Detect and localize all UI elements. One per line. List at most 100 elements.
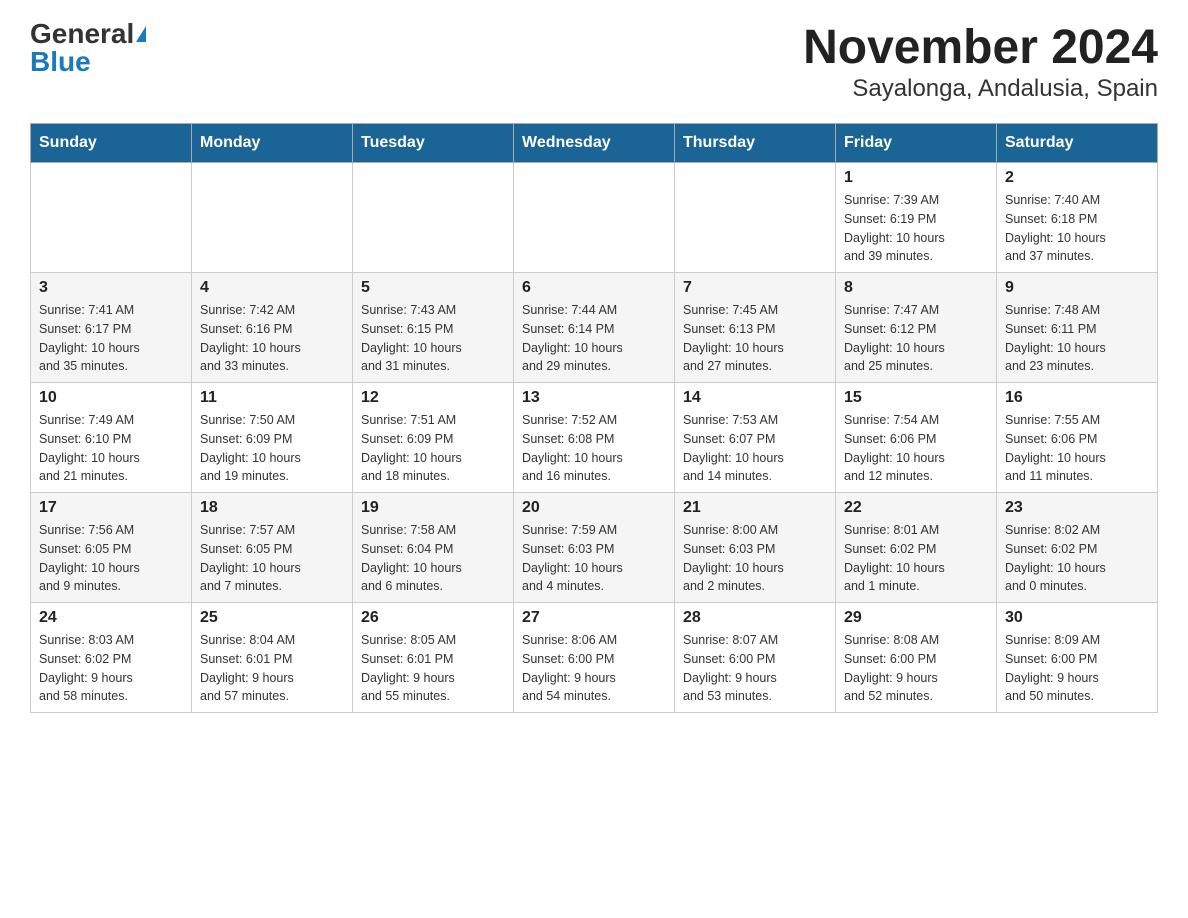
day-info: Sunrise: 8:02 AM Sunset: 6:02 PM Dayligh…: [1005, 521, 1149, 596]
header-saturday: Saturday: [997, 124, 1158, 163]
day-info: Sunrise: 7:53 AM Sunset: 6:07 PM Dayligh…: [683, 411, 827, 486]
day-info: Sunrise: 7:54 AM Sunset: 6:06 PM Dayligh…: [844, 411, 988, 486]
table-row: 18Sunrise: 7:57 AM Sunset: 6:05 PM Dayli…: [192, 493, 353, 603]
day-info: Sunrise: 7:59 AM Sunset: 6:03 PM Dayligh…: [522, 521, 666, 596]
day-number: 3: [39, 279, 183, 297]
day-number: 25: [200, 609, 344, 627]
table-row: 25 Sunrise: 8:04 AM Sunset: 6:01 PM Dayli…: [192, 603, 353, 713]
day-number: 12: [361, 389, 505, 407]
day-number: 29: [844, 609, 988, 627]
day-info: Sunrise: 7:56 AM Sunset: 6:05 PM Dayligh…: [39, 521, 183, 596]
day-info: Sunrise: 7:55 AM Sunset: 6:06 PM Dayligh…: [1005, 411, 1149, 486]
day-info: Sunrise: 7:48 AM Sunset: 6:11 PM Dayligh…: [1005, 301, 1149, 376]
day-info: Sunrise: 7:51 AM Sunset: 6:09 PM Dayligh…: [361, 411, 505, 486]
table-row: [675, 163, 836, 273]
table-row: 1 Sunrise: 7:39 AM Sunset: 6:19 PM Daylig…: [836, 163, 997, 273]
calendar-subtitle: Sayalonga, Andalusia, Spain: [803, 75, 1158, 103]
table-row: 17 Sunrise: 7:56 AM Sunset: 6:05 PM Dayli…: [31, 493, 192, 603]
day-info: Sunrise: 8:08 AM Sunset: 6:00 PM Dayligh…: [844, 631, 988, 706]
day-info: Sunrise: 7:42 AM Sunset: 6:16 PM Dayligh…: [200, 301, 344, 376]
table-row: 21Sunrise: 8:00 AM Sunset: 6:03 PM Dayli…: [675, 493, 836, 603]
day-number: 11: [200, 389, 344, 407]
logo-blue-text: Blue: [30, 48, 91, 76]
day-number: 10: [39, 389, 183, 407]
day-info: Sunrise: 7:39 AM Sunset: 6:19 PM Dayligh…: [844, 191, 988, 266]
table-row: 10 Sunrise: 7:49 AM Sunset: 6:10 PM Dayli…: [31, 383, 192, 493]
table-row: [353, 163, 514, 273]
table-row: 6 Sunrise: 7:44 AM Sunset: 6:14 PM Daylig…: [514, 273, 675, 383]
table-row: [31, 163, 192, 273]
day-info: Sunrise: 8:06 AM Sunset: 6:00 PM Dayligh…: [522, 631, 666, 706]
day-info: Sunrise: 8:03 AM Sunset: 6:02 PM Dayligh…: [39, 631, 183, 706]
table-row: 20 Sunrise: 7:59 AM Sunset: 6:03 PM Dayli…: [514, 493, 675, 603]
table-row: 29 Sunrise: 8:08 AM Sunset: 6:00 PM Dayli…: [836, 603, 997, 713]
day-number: 26: [361, 609, 505, 627]
table-row: 8 Sunrise: 7:47 AM Sunset: 6:12 PM Daylig…: [836, 273, 997, 383]
table-row: 12 Sunrise: 7:51 AM Sunset: 6:09 PM Dayli…: [353, 383, 514, 493]
day-info: Sunrise: 7:58 AM Sunset: 6:04 PM Dayligh…: [361, 521, 505, 596]
day-number: 20: [522, 499, 666, 517]
day-number: 27: [522, 609, 666, 627]
day-info: Sunrise: 7:52 AM Sunset: 6:08 PM Dayligh…: [522, 411, 666, 486]
table-row: [514, 163, 675, 273]
day-number: 5: [361, 279, 505, 297]
day-number: 4: [200, 279, 344, 297]
day-number: 2: [1005, 169, 1149, 187]
table-row: 15 Sunrise: 7:54 AM Sunset: 6:06 PM Dayli…: [836, 383, 997, 493]
logo-general-text: General: [30, 20, 134, 48]
day-number: 1: [844, 169, 988, 187]
header-friday: Friday: [836, 124, 997, 163]
table-row: 30 Sunrise: 8:09 AM Sunset: 6:00 PM Dayli…: [997, 603, 1158, 713]
table-row: 13Sunrise: 7:52 AM Sunset: 6:08 PM Dayli…: [514, 383, 675, 493]
header-sunday: Sunday: [31, 124, 192, 163]
day-info: Sunrise: 8:01 AM Sunset: 6:02 PM Dayligh…: [844, 521, 988, 596]
table-row: 28 Sunrise: 8:07 AM Sunset: 6:00 PM Dayli…: [675, 603, 836, 713]
page-header: General Blue November 2024 Sayalonga, An…: [30, 20, 1158, 103]
table-row: 5 Sunrise: 7:43 AM Sunset: 6:15 PM Daylig…: [353, 273, 514, 383]
day-number: 15: [844, 389, 988, 407]
day-number: 30: [1005, 609, 1149, 627]
day-number: 28: [683, 609, 827, 627]
logo-triangle-icon: [136, 26, 146, 42]
day-number: 19: [361, 499, 505, 517]
table-row: 4 Sunrise: 7:42 AM Sunset: 6:16 PM Daylig…: [192, 273, 353, 383]
calendar-week-row: 1 Sunrise: 7:39 AM Sunset: 6:19 PM Daylig…: [31, 163, 1158, 273]
day-number: 22: [844, 499, 988, 517]
table-row: 22 Sunrise: 8:01 AM Sunset: 6:02 PM Dayli…: [836, 493, 997, 603]
table-row: 14Sunrise: 7:53 AM Sunset: 6:07 PM Dayli…: [675, 383, 836, 493]
header-wednesday: Wednesday: [514, 124, 675, 163]
calendar-week-row: 17 Sunrise: 7:56 AM Sunset: 6:05 PM Dayli…: [31, 493, 1158, 603]
calendar-week-row: 10 Sunrise: 7:49 AM Sunset: 6:10 PM Dayli…: [31, 383, 1158, 493]
header-thursday: Thursday: [675, 124, 836, 163]
table-row: 3 Sunrise: 7:41 AM Sunset: 6:17 PM Daylig…: [31, 273, 192, 383]
table-row: [192, 163, 353, 273]
day-info: Sunrise: 8:09 AM Sunset: 6:00 PM Dayligh…: [1005, 631, 1149, 706]
table-row: 2 Sunrise: 7:40 AM Sunset: 6:18 PM Daylig…: [997, 163, 1158, 273]
day-info: Sunrise: 8:00 AM Sunset: 6:03 PM Dayligh…: [683, 521, 827, 596]
day-info: Sunrise: 7:47 AM Sunset: 6:12 PM Dayligh…: [844, 301, 988, 376]
logo: General Blue: [30, 20, 146, 76]
day-info: Sunrise: 8:04 AM Sunset: 6:01 PM Dayligh…: [200, 631, 344, 706]
day-info: Sunrise: 7:40 AM Sunset: 6:18 PM Dayligh…: [1005, 191, 1149, 266]
table-row: 7Sunrise: 7:45 AM Sunset: 6:13 PM Daylig…: [675, 273, 836, 383]
day-number: 24: [39, 609, 183, 627]
day-number: 23: [1005, 499, 1149, 517]
day-info: Sunrise: 7:49 AM Sunset: 6:10 PM Dayligh…: [39, 411, 183, 486]
table-row: 9 Sunrise: 7:48 AM Sunset: 6:11 PM Daylig…: [997, 273, 1158, 383]
table-row: 23 Sunrise: 8:02 AM Sunset: 6:02 PM Dayli…: [997, 493, 1158, 603]
day-info: Sunrise: 7:44 AM Sunset: 6:14 PM Dayligh…: [522, 301, 666, 376]
day-number: 17: [39, 499, 183, 517]
day-number: 7: [683, 279, 827, 297]
day-info: Sunrise: 7:41 AM Sunset: 6:17 PM Dayligh…: [39, 301, 183, 376]
day-info: Sunrise: 7:43 AM Sunset: 6:15 PM Dayligh…: [361, 301, 505, 376]
calendar-title: November 2024: [803, 20, 1158, 75]
table-row: 19 Sunrise: 7:58 AM Sunset: 6:04 PM Dayli…: [353, 493, 514, 603]
day-info: Sunrise: 7:50 AM Sunset: 6:09 PM Dayligh…: [200, 411, 344, 486]
table-row: 11 Sunrise: 7:50 AM Sunset: 6:09 PM Dayli…: [192, 383, 353, 493]
day-number: 6: [522, 279, 666, 297]
title-block: November 2024 Sayalonga, Andalusia, Spai…: [803, 20, 1158, 103]
day-number: 8: [844, 279, 988, 297]
day-number: 9: [1005, 279, 1149, 297]
day-info: Sunrise: 8:07 AM Sunset: 6:00 PM Dayligh…: [683, 631, 827, 706]
calendar-week-row: 3 Sunrise: 7:41 AM Sunset: 6:17 PM Daylig…: [31, 273, 1158, 383]
